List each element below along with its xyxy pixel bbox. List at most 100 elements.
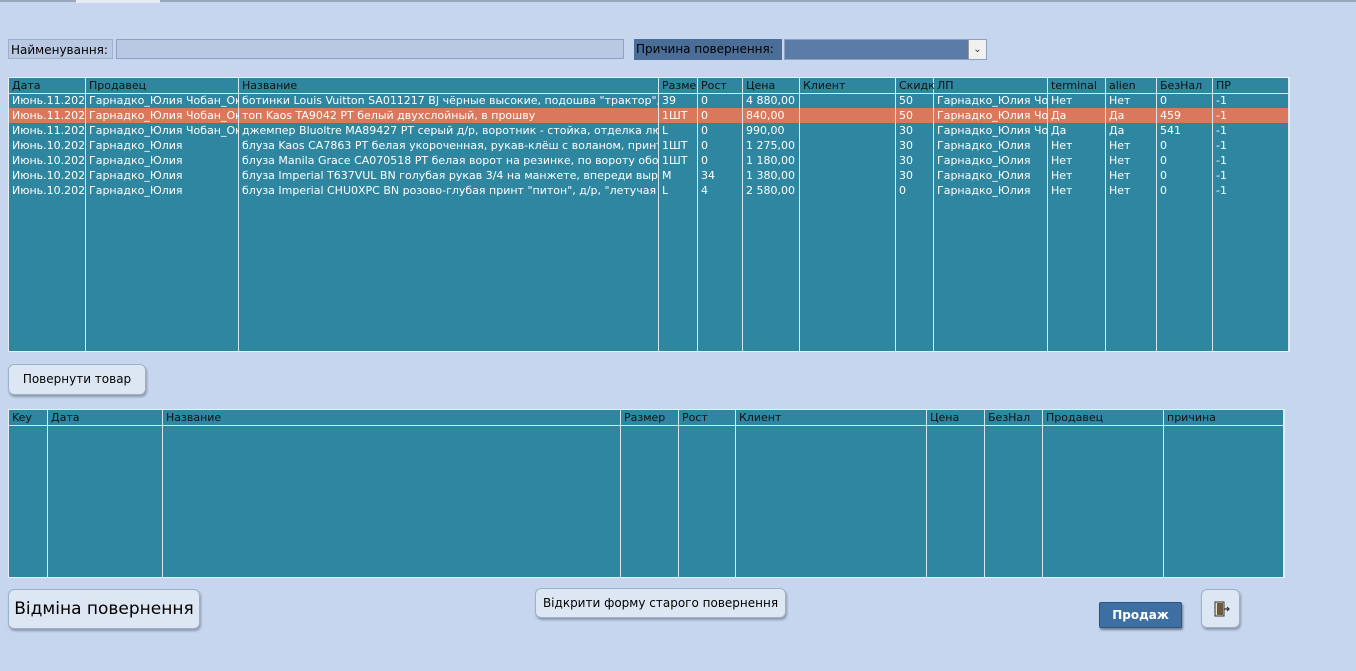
table-cell[interactable]: 0 — [698, 108, 743, 123]
table-cell[interactable]: 0 — [1157, 93, 1213, 108]
table-cell[interactable]: Нет — [1106, 153, 1157, 168]
table-cell[interactable]: Гарнадко_Юлия Чоб — [934, 123, 1048, 138]
table-cell[interactable]: L — [659, 183, 698, 198]
table-cell[interactable]: Гарнадко_Юлия — [934, 168, 1048, 183]
table-cell[interactable]: Гарнадко_Юлия — [934, 183, 1048, 198]
column-header[interactable]: Key — [9, 410, 48, 425]
table-cell[interactable]: -1 — [1213, 138, 1289, 153]
table-cell[interactable]: 0 — [896, 183, 934, 198]
table-cell[interactable]: Июнь.11.2022 — [9, 108, 86, 123]
table-cell[interactable]: 541 — [1157, 123, 1213, 138]
open-old-return-form-button[interactable]: Відкрити форму старого повернення — [535, 588, 786, 618]
table-cell[interactable]: блуза Manila Grace CA070518 PT белая вор… — [239, 153, 659, 168]
column-header[interactable]: Продавец — [1043, 410, 1164, 425]
table-cell[interactable]: 2 580,00 — [743, 183, 800, 198]
table-cell[interactable]: Нет — [1048, 93, 1106, 108]
table-cell[interactable]: блуза Imperial CHU0XPC BN розово-глубая … — [239, 183, 659, 198]
table-cell[interactable] — [800, 93, 896, 108]
table-cell[interactable]: -1 — [1213, 93, 1289, 108]
table-cell[interactable]: Гарнадко_Юлия — [86, 153, 239, 168]
table-cell[interactable]: Июнь.11.2022 — [9, 123, 86, 138]
table-cell[interactable] — [800, 168, 896, 183]
column-header[interactable]: Размер — [621, 410, 679, 425]
table-cell[interactable]: Гарнадко_Юлия Чобан_Окс — [86, 123, 239, 138]
table-cell[interactable]: -1 — [1213, 153, 1289, 168]
table-cell[interactable]: 1 180,00 — [743, 153, 800, 168]
returns-table[interactable]: Key Дата Название Размер Рост Клиент Цена БезНа… — [8, 409, 1285, 578]
column-header[interactable]: alien — [1106, 78, 1157, 93]
chevron-down-icon[interactable]: ⌄ — [968, 40, 986, 59]
table-cell[interactable]: 459 — [1157, 108, 1213, 123]
table-cell[interactable]: Гарнадко_Юлия Чоб — [934, 93, 1048, 108]
exit-button[interactable] — [1201, 589, 1240, 628]
return-item-button[interactable]: Повернути товар — [8, 364, 146, 395]
table-cell[interactable]: Гарнадко_Юлия — [934, 138, 1048, 153]
table-cell[interactable]: ботинки Louis Vuitton SA011217 BJ чёрные… — [239, 93, 659, 108]
table-cell[interactable] — [800, 183, 896, 198]
table-cell[interactable]: Июнь.10.2022 — [9, 168, 86, 183]
table-cell[interactable]: Нет — [1048, 153, 1106, 168]
table-cell[interactable]: 34 — [698, 168, 743, 183]
table-cell[interactable]: 0 — [698, 93, 743, 108]
table-cell[interactable]: 0 — [698, 138, 743, 153]
column-header[interactable]: ЛП — [934, 78, 1048, 93]
table-cell[interactable]: 1ШТ — [659, 108, 698, 123]
table-cell[interactable]: Нет — [1048, 168, 1106, 183]
table-cell[interactable]: блуза Kaos CA7863 PT белая укороченная, … — [239, 138, 659, 153]
table-cell[interactable]: 50 — [896, 108, 934, 123]
table-cell[interactable]: 1 275,00 — [743, 138, 800, 153]
table-cell[interactable]: топ Kaos TA9042 PT белый двухслойный, в … — [239, 108, 659, 123]
column-header[interactable]: Название — [163, 410, 621, 425]
table-cell[interactable]: Нет — [1106, 183, 1157, 198]
table-cell[interactable]: 1 380,00 — [743, 168, 800, 183]
column-header[interactable]: Разме — [659, 78, 698, 93]
column-header[interactable]: ПР — [1213, 78, 1289, 93]
table-cell[interactable]: 30 — [896, 168, 934, 183]
table-cell[interactable]: 30 — [896, 123, 934, 138]
table-cell[interactable] — [800, 138, 896, 153]
table-cell[interactable]: 1ШТ — [659, 153, 698, 168]
column-header[interactable]: БезНал — [985, 410, 1043, 425]
table-cell[interactable]: Гарнадко_Юлия Чобан_Окс — [86, 108, 239, 123]
table-cell[interactable]: 840,00 — [743, 108, 800, 123]
table-cell[interactable]: джемпер Bluoltre MA89427 PT серый д/р, в… — [239, 123, 659, 138]
table-cell[interactable]: -1 — [1213, 108, 1289, 123]
column-header[interactable]: причина — [1164, 410, 1284, 425]
table-cell[interactable]: 0 — [698, 153, 743, 168]
table-cell[interactable]: Нет — [1048, 183, 1106, 198]
table-cell[interactable] — [800, 123, 896, 138]
table-cell[interactable]: -1 — [1213, 123, 1289, 138]
table-cell[interactable]: 4 880,00 — [743, 93, 800, 108]
table-cell[interactable]: L — [659, 123, 698, 138]
table-cell[interactable]: 0 — [1157, 168, 1213, 183]
column-header[interactable]: Клиент — [736, 410, 927, 425]
table-cell[interactable]: Гарнадко_Юлия Чоб — [934, 108, 1048, 123]
table-cell[interactable]: 30 — [896, 153, 934, 168]
sale-button[interactable]: Продаж — [1099, 602, 1182, 628]
table-cell[interactable]: M — [659, 168, 698, 183]
column-header[interactable]: Дата — [48, 410, 163, 425]
table-cell[interactable]: Нет — [1106, 168, 1157, 183]
table-cell[interactable]: блуза Imperial T637VUL BN голубая рукав … — [239, 168, 659, 183]
table-cell[interactable]: Нет — [1106, 93, 1157, 108]
column-header[interactable]: Цена — [743, 78, 800, 93]
column-header[interactable]: Рост — [698, 78, 743, 93]
table-cell[interactable]: Гарнадко_Юлия — [86, 168, 239, 183]
table-cell[interactable]: 1ШТ — [659, 138, 698, 153]
table-cell[interactable]: Июнь.10.2022 — [9, 153, 86, 168]
column-header[interactable]: Название — [239, 78, 659, 93]
column-header[interactable]: terminal — [1048, 78, 1106, 93]
reason-select[interactable]: ⌄ — [784, 39, 987, 60]
table-cell[interactable]: Июнь.10.2022 — [9, 138, 86, 153]
table-cell[interactable]: 0 — [698, 123, 743, 138]
table-cell[interactable]: 30 — [896, 138, 934, 153]
name-input[interactable] — [116, 39, 624, 59]
table-cell[interactable] — [800, 108, 896, 123]
column-header[interactable]: Клиент — [800, 78, 896, 93]
table-cell[interactable]: Да — [1106, 108, 1157, 123]
column-header[interactable]: Цена — [927, 410, 985, 425]
table-cell[interactable]: Гарнадко_Юлия — [86, 138, 239, 153]
cancel-return-button[interactable]: Відміна повернення — [8, 589, 200, 629]
table-cell[interactable]: 4 — [698, 183, 743, 198]
table-cell[interactable]: Нет — [1106, 138, 1157, 153]
